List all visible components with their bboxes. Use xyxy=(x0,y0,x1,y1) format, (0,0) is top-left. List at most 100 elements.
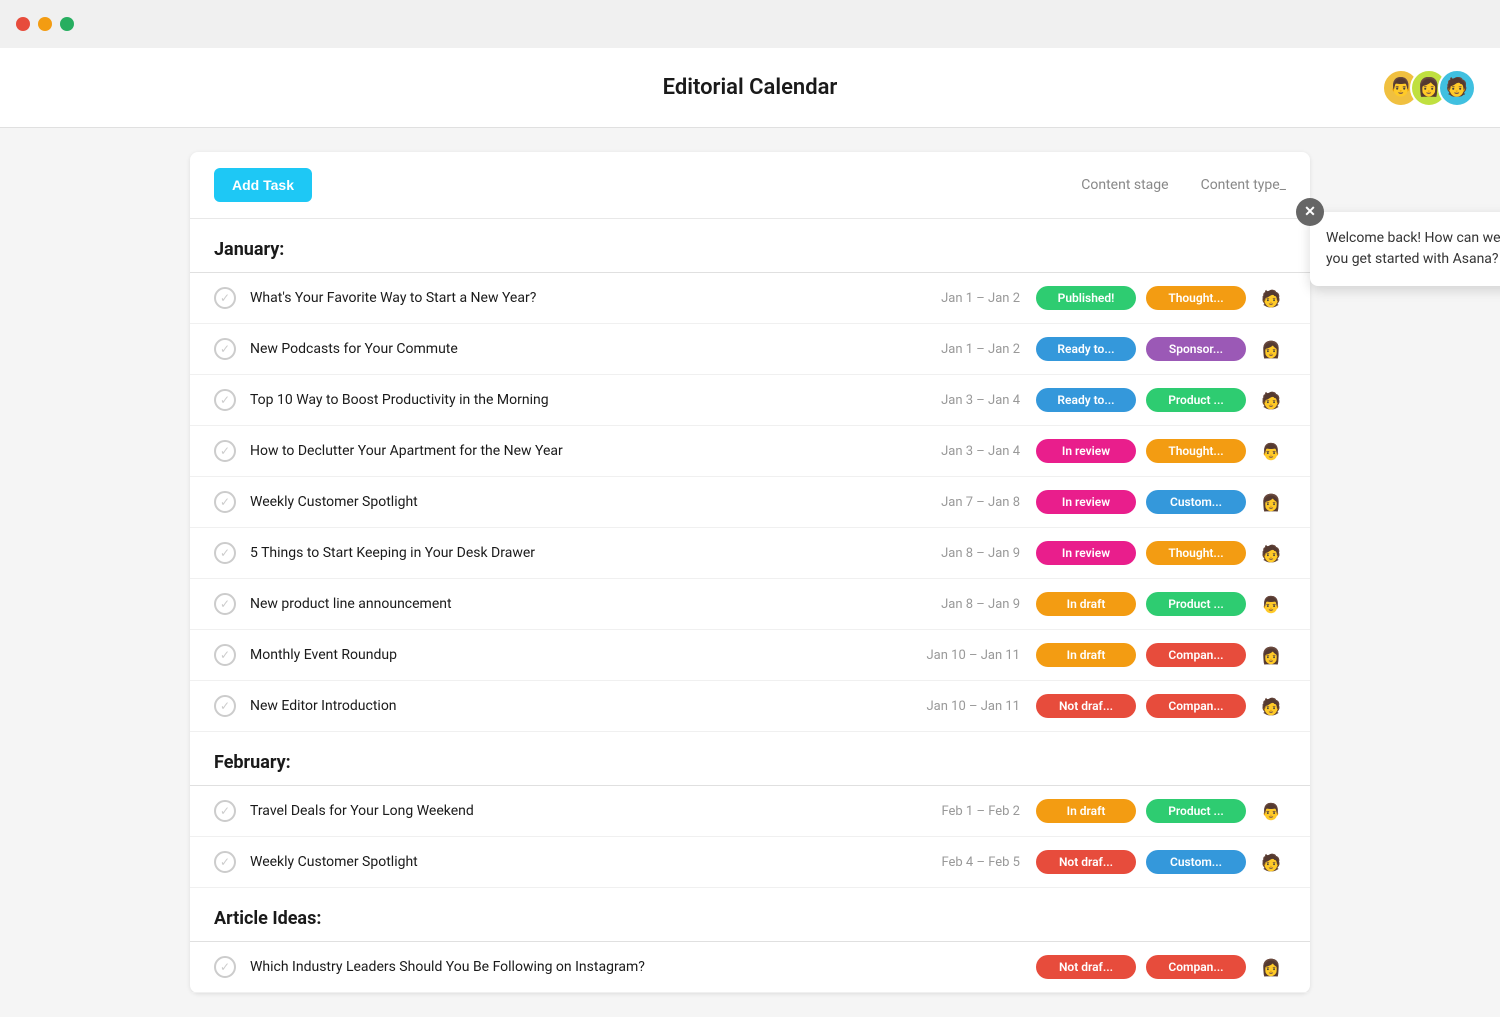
status-badge[interactable]: In review xyxy=(1036,490,1136,514)
content-stage-filter[interactable]: Content stage xyxy=(1081,177,1168,193)
content-type-badge[interactable]: Compan... xyxy=(1146,643,1246,667)
task-title: Weekly Customer Spotlight xyxy=(250,854,890,870)
task-check-button[interactable]: ✓ xyxy=(214,956,236,978)
task-title: Which Industry Leaders Should You Be Fol… xyxy=(250,959,890,975)
status-badge[interactable]: In draft xyxy=(1036,643,1136,667)
task-check-button[interactable]: ✓ xyxy=(214,800,236,822)
task-date: Jan 1 – Jan 2 xyxy=(890,342,1020,357)
task-title: Top 10 Way to Boost Productivity in the … xyxy=(250,392,890,408)
avatar[interactable]: 👨 xyxy=(1256,436,1286,466)
add-task-button[interactable]: Add Task xyxy=(214,168,312,202)
task-check-button[interactable]: ✓ xyxy=(214,287,236,309)
maximize-window-button[interactable] xyxy=(60,17,74,31)
content-type-badge[interactable]: Thought... xyxy=(1146,439,1246,463)
task-date: Jan 10 – Jan 11 xyxy=(890,699,1020,714)
task-row: ✓ What's Your Favorite Way to Start a New… xyxy=(190,273,1310,324)
task-title: New Editor Introduction xyxy=(250,698,890,714)
section-header: January: xyxy=(190,219,1310,273)
toolbar: Add Task Content stage Content type_ xyxy=(190,152,1310,219)
section: February: ✓ Travel Deals for Your Long Wee… xyxy=(190,732,1310,888)
task-title: New product line announcement xyxy=(250,596,890,612)
task-check-button[interactable]: ✓ xyxy=(214,851,236,873)
avatar[interactable]: 👨 xyxy=(1256,589,1286,619)
task-title: 5 Things to Start Keeping in Your Desk D… xyxy=(250,545,890,561)
close-window-button[interactable] xyxy=(16,17,30,31)
content-type-badge[interactable]: Product ... xyxy=(1146,592,1246,616)
task-check-button[interactable]: ✓ xyxy=(214,389,236,411)
content-type-badge[interactable]: Product ... xyxy=(1146,799,1246,823)
task-date: Jan 3 – Jan 4 xyxy=(890,444,1020,459)
task-check-button[interactable]: ✓ xyxy=(214,542,236,564)
status-badge[interactable]: In draft xyxy=(1036,592,1136,616)
content-type-badge[interactable]: Custom... xyxy=(1146,490,1246,514)
task-row: ✓Monthly Event RoundupJan 10 – Jan 11In … xyxy=(190,630,1310,681)
content-type-badge[interactable]: Compan... xyxy=(1146,694,1246,718)
task-date: Feb 4 – Feb 5 xyxy=(890,855,1020,870)
content-type-badge[interactable]: Product ... xyxy=(1146,388,1246,412)
avatar[interactable]: 👨 xyxy=(1256,796,1286,826)
avatar[interactable]: 🧑 xyxy=(1256,385,1286,415)
task-date: Jan 3 – Jan 4 xyxy=(890,393,1020,408)
title-bar xyxy=(0,0,1500,48)
task-row: ✓ Weekly Customer SpotlightFeb 4 – Feb 5 N… xyxy=(190,837,1310,888)
avatar[interactable]: 🧑 xyxy=(1256,283,1286,313)
chat-message: Welcome back! How can we help you get st… xyxy=(1326,230,1500,267)
content-panel: Add Task Content stage Content type_ Jan… xyxy=(190,152,1310,993)
task-title: Weekly Customer Spotlight xyxy=(250,494,890,510)
status-badge[interactable]: In draft xyxy=(1036,799,1136,823)
status-badge[interactable]: In review xyxy=(1036,439,1136,463)
content-type-badge[interactable]: Thought... xyxy=(1146,541,1246,565)
sections-container: January: ✓ What's Your Favorite Way to Sta… xyxy=(190,219,1310,993)
task-check-button[interactable]: ✓ xyxy=(214,491,236,513)
section-header: Article Ideas: xyxy=(190,888,1310,942)
content-type-badge[interactable]: Custom... xyxy=(1146,850,1246,874)
content-type-badge[interactable]: Sponsor... xyxy=(1146,337,1246,361)
task-title: What's Your Favorite Way to Start a New … xyxy=(250,290,890,306)
task-date: Jan 8 – Jan 9 xyxy=(890,546,1020,561)
avatar[interactable]: 👩 xyxy=(1256,334,1286,364)
page-title: Editorial Calendar xyxy=(663,75,838,100)
task-check-button[interactable]: ✓ xyxy=(214,593,236,615)
status-badge[interactable]: In review xyxy=(1036,541,1136,565)
avatar[interactable]: 👩 xyxy=(1256,487,1286,517)
content-type-badge[interactable]: Thought... xyxy=(1146,286,1246,310)
section: January: ✓ What's Your Favorite Way to Sta… xyxy=(190,219,1310,732)
avatar[interactable]: 🧑 xyxy=(1256,538,1286,568)
task-row: ✓ Which Industry Leaders Should You Be Fo… xyxy=(190,942,1310,993)
status-badge[interactable]: Not draf... xyxy=(1036,955,1136,979)
task-row: ✓ New Podcasts for Your CommuteJan 1 – Ja… xyxy=(190,324,1310,375)
content-type-filter[interactable]: Content type_ xyxy=(1201,177,1286,193)
task-check-button[interactable]: ✓ xyxy=(214,338,236,360)
traffic-lights xyxy=(16,17,74,31)
task-title: How to Declutter Your Apartment for the … xyxy=(250,443,890,459)
task-date: Jan 1 – Jan 2 xyxy=(890,291,1020,306)
task-date: Feb 1 – Feb 2 xyxy=(890,804,1020,819)
status-badge[interactable]: Not draf... xyxy=(1036,694,1136,718)
close-chat-button[interactable]: ✕ xyxy=(1296,198,1324,226)
content-type-badge[interactable]: Compan... xyxy=(1146,955,1246,979)
status-badge[interactable]: Ready to... xyxy=(1036,337,1136,361)
task-title: Travel Deals for Your Long Weekend xyxy=(250,803,890,819)
task-check-button[interactable]: ✓ xyxy=(214,695,236,717)
task-date: Jan 10 – Jan 11 xyxy=(890,648,1020,663)
task-row: ✓ New Editor IntroductionJan 10 – Jan 11 N… xyxy=(190,681,1310,732)
task-title: New Podcasts for Your Commute xyxy=(250,341,890,357)
task-row: ✓ Travel Deals for Your Long WeekendFeb 1… xyxy=(190,786,1310,837)
avatar[interactable]: 🧑 xyxy=(1438,69,1476,107)
task-row: ✓ 5 Things to Start Keeping in Your Desk … xyxy=(190,528,1310,579)
avatar[interactable]: 👩 xyxy=(1256,952,1286,982)
status-badge[interactable]: Ready to... xyxy=(1036,388,1136,412)
status-badge[interactable]: Not draf... xyxy=(1036,850,1136,874)
section-header: February: xyxy=(190,732,1310,786)
task-row: ✓ Top 10 Way to Boost Productivity in the… xyxy=(190,375,1310,426)
avatar[interactable]: 👩 xyxy=(1256,640,1286,670)
avatar[interactable]: 🧑 xyxy=(1256,847,1286,877)
task-check-button[interactable]: ✓ xyxy=(214,644,236,666)
section: Article Ideas: ✓ Which Industry Leaders Sh… xyxy=(190,888,1310,993)
status-badge[interactable]: Published! xyxy=(1036,286,1136,310)
task-date: Jan 8 – Jan 9 xyxy=(890,597,1020,612)
task-row: ✓ How to Declutter Your Apartment for the… xyxy=(190,426,1310,477)
task-check-button[interactable]: ✓ xyxy=(214,440,236,462)
avatar[interactable]: 🧑 xyxy=(1256,691,1286,721)
minimize-window-button[interactable] xyxy=(38,17,52,31)
